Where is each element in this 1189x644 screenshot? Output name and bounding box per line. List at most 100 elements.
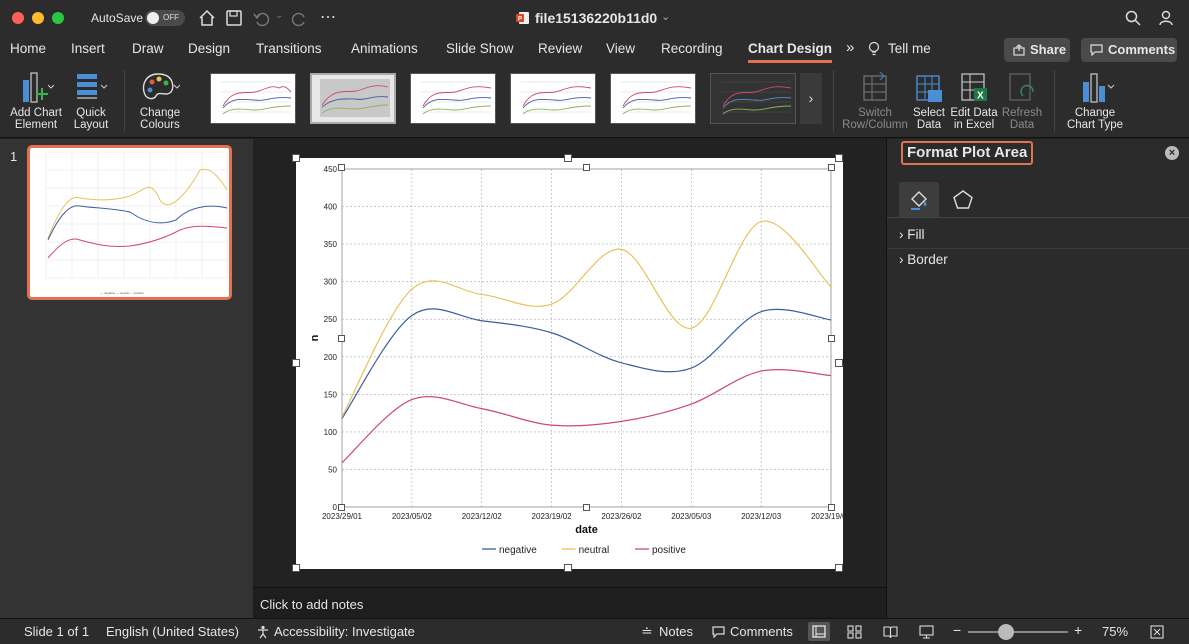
accessibility-status[interactable]: Accessibility: Investigate [274, 624, 415, 639]
resize-handle[interactable] [292, 154, 300, 162]
resize-handle[interactable] [292, 359, 300, 367]
chart-style-3[interactable] [410, 73, 496, 124]
redo-icon[interactable] [291, 9, 309, 27]
autosave-toggle[interactable]: OFF [145, 10, 185, 26]
chart-legend[interactable]: negative neutral positive [482, 545, 686, 556]
resize-handle[interactable] [835, 359, 843, 367]
fit-to-window-icon[interactable] [1150, 625, 1164, 639]
slide-thumbnail[interactable]: — negative — neutral — positive [27, 145, 232, 300]
switch-row-column-icon [863, 71, 887, 101]
select-data-button[interactable]: Select Data [910, 70, 948, 131]
notes-pane[interactable]: Click to add notes [253, 587, 886, 618]
quick-layout-button[interactable]: Quick Layout [66, 70, 116, 131]
edit-data-in-excel-button[interactable]: X Edit Data in Excel [948, 70, 1000, 131]
comments-button[interactable]: Comments [1081, 38, 1177, 62]
lightbulb-icon [868, 41, 880, 56]
more-tabs-icon[interactable]: » [846, 39, 854, 56]
slideshow-view-icon[interactable] [919, 625, 934, 639]
zoom-slider-track[interactable] [968, 631, 1068, 633]
title-bar: AutoSave OFF ⌄ ⋯ P file15136220b11d0 ⌄ [0, 0, 1189, 36]
home-icon[interactable] [198, 9, 216, 27]
line-chart[interactable]: 0 50 100 150 200 250 300 350 400 450 2023/29/01 202… [296, 158, 852, 569]
tab-recording[interactable]: Recording [661, 41, 723, 56]
zoom-level[interactable]: 75% [1102, 624, 1128, 639]
tab-slide-show[interactable]: Slide Show [446, 41, 514, 56]
zoom-slider-thumb[interactable] [998, 624, 1014, 640]
fill-line-tab[interactable] [899, 182, 939, 217]
zoom-out-button[interactable]: − [953, 622, 961, 638]
border-section[interactable]: › Border [899, 252, 948, 267]
tab-draw[interactable]: Draw [132, 41, 164, 56]
plot-area-handle[interactable] [828, 504, 835, 511]
resize-handle[interactable] [835, 564, 843, 572]
autosave-state: OFF [163, 13, 179, 22]
save-icon[interactable] [225, 9, 243, 27]
tell-me-search[interactable]: Tell me [888, 41, 931, 56]
chart-style-4[interactable] [510, 73, 596, 124]
gallery-next-icon[interactable]: › [800, 73, 822, 124]
maximize-window-button[interactable] [52, 12, 64, 24]
y-tick-label: 450 [324, 165, 338, 174]
tab-review[interactable]: Review [538, 41, 582, 56]
fill-section[interactable]: › Fill [899, 227, 925, 242]
search-icon[interactable] [1124, 9, 1142, 27]
resize-handle[interactable] [564, 154, 572, 162]
plot-area-handle[interactable] [828, 164, 835, 171]
notes-toggle[interactable]: Notes [659, 624, 693, 639]
tab-view[interactable]: View [606, 41, 635, 56]
tab-animations[interactable]: Animations [351, 41, 418, 56]
comment-icon [1090, 44, 1103, 56]
title-dropdown-icon[interactable]: ⌄ [661, 10, 670, 23]
zoom-in-button[interactable]: + [1074, 622, 1082, 638]
effects-tab[interactable] [943, 182, 983, 217]
tab-home[interactable]: Home [10, 41, 46, 56]
more-options-icon[interactable]: ⋯ [320, 7, 336, 27]
chart-style-2[interactable] [310, 73, 396, 124]
switch-row-column-label-1: Switch [858, 107, 892, 119]
tab-transitions[interactable]: Transitions [256, 41, 322, 56]
y-tick-label: 250 [324, 315, 338, 324]
chart-style-6[interactable] [710, 73, 796, 124]
tab-chart-design[interactable]: Chart Design [748, 41, 833, 63]
tab-design[interactable]: Design [188, 41, 230, 56]
tab-insert[interactable]: Insert [71, 41, 105, 56]
plot-area-handle[interactable] [338, 335, 345, 342]
resize-handle[interactable] [292, 564, 300, 572]
slide-sorter-icon[interactable] [847, 625, 862, 639]
undo-dropdown-icon[interactable]: ⌄ [275, 10, 283, 21]
legend-label-positive: positive [652, 545, 686, 556]
chart-grid [341, 168, 832, 508]
chart-style-1[interactable] [210, 73, 296, 124]
add-chart-element-button[interactable]: Add Chart Element [6, 70, 66, 131]
normal-view-button[interactable] [808, 622, 830, 641]
minimize-window-button[interactable] [32, 12, 44, 24]
plot-area-handle[interactable] [583, 164, 590, 171]
plot-area-handle[interactable] [583, 504, 590, 511]
change-chart-type-button[interactable]: Change Chart Type [1062, 70, 1128, 131]
add-chart-element-label-2: Element [14, 119, 58, 131]
reading-view-icon[interactable] [883, 625, 898, 639]
plot-area-handle[interactable] [828, 335, 835, 342]
switch-row-column-button[interactable]: Switch Row/Column [840, 70, 910, 131]
format-pane-title-box: Format Plot Area [901, 141, 1034, 165]
close-pane-icon[interactable]: × [1165, 146, 1179, 160]
account-icon[interactable] [1158, 9, 1176, 27]
slide-canvas[interactable]: 0 50 100 150 200 250 300 350 400 450 2023/29/01 202… [292, 154, 852, 572]
undo-icon[interactable] [252, 9, 270, 27]
refresh-data-button[interactable]: Refresh Data [1000, 70, 1044, 131]
share-button[interactable]: Share [1004, 38, 1070, 62]
resize-handle[interactable] [835, 154, 843, 162]
plot-area-handle[interactable] [338, 504, 345, 511]
toolbar-separator [1054, 70, 1055, 132]
quick-layout-label-1: Quick [76, 107, 106, 119]
close-window-button[interactable] [12, 12, 24, 24]
change-colours-button[interactable]: Change Colours [132, 70, 188, 131]
resize-handle[interactable] [564, 564, 572, 572]
plot-area-handle[interactable] [338, 164, 345, 171]
chart-style-5[interactable] [610, 73, 696, 124]
language-indicator[interactable]: English (United States) [106, 624, 239, 639]
comments-toggle[interactable]: Comments [730, 624, 793, 639]
powerpoint-file-icon: P [516, 12, 529, 24]
document-title[interactable]: file15136220b11d0 [535, 10, 657, 26]
chart-style-preview [521, 81, 592, 115]
